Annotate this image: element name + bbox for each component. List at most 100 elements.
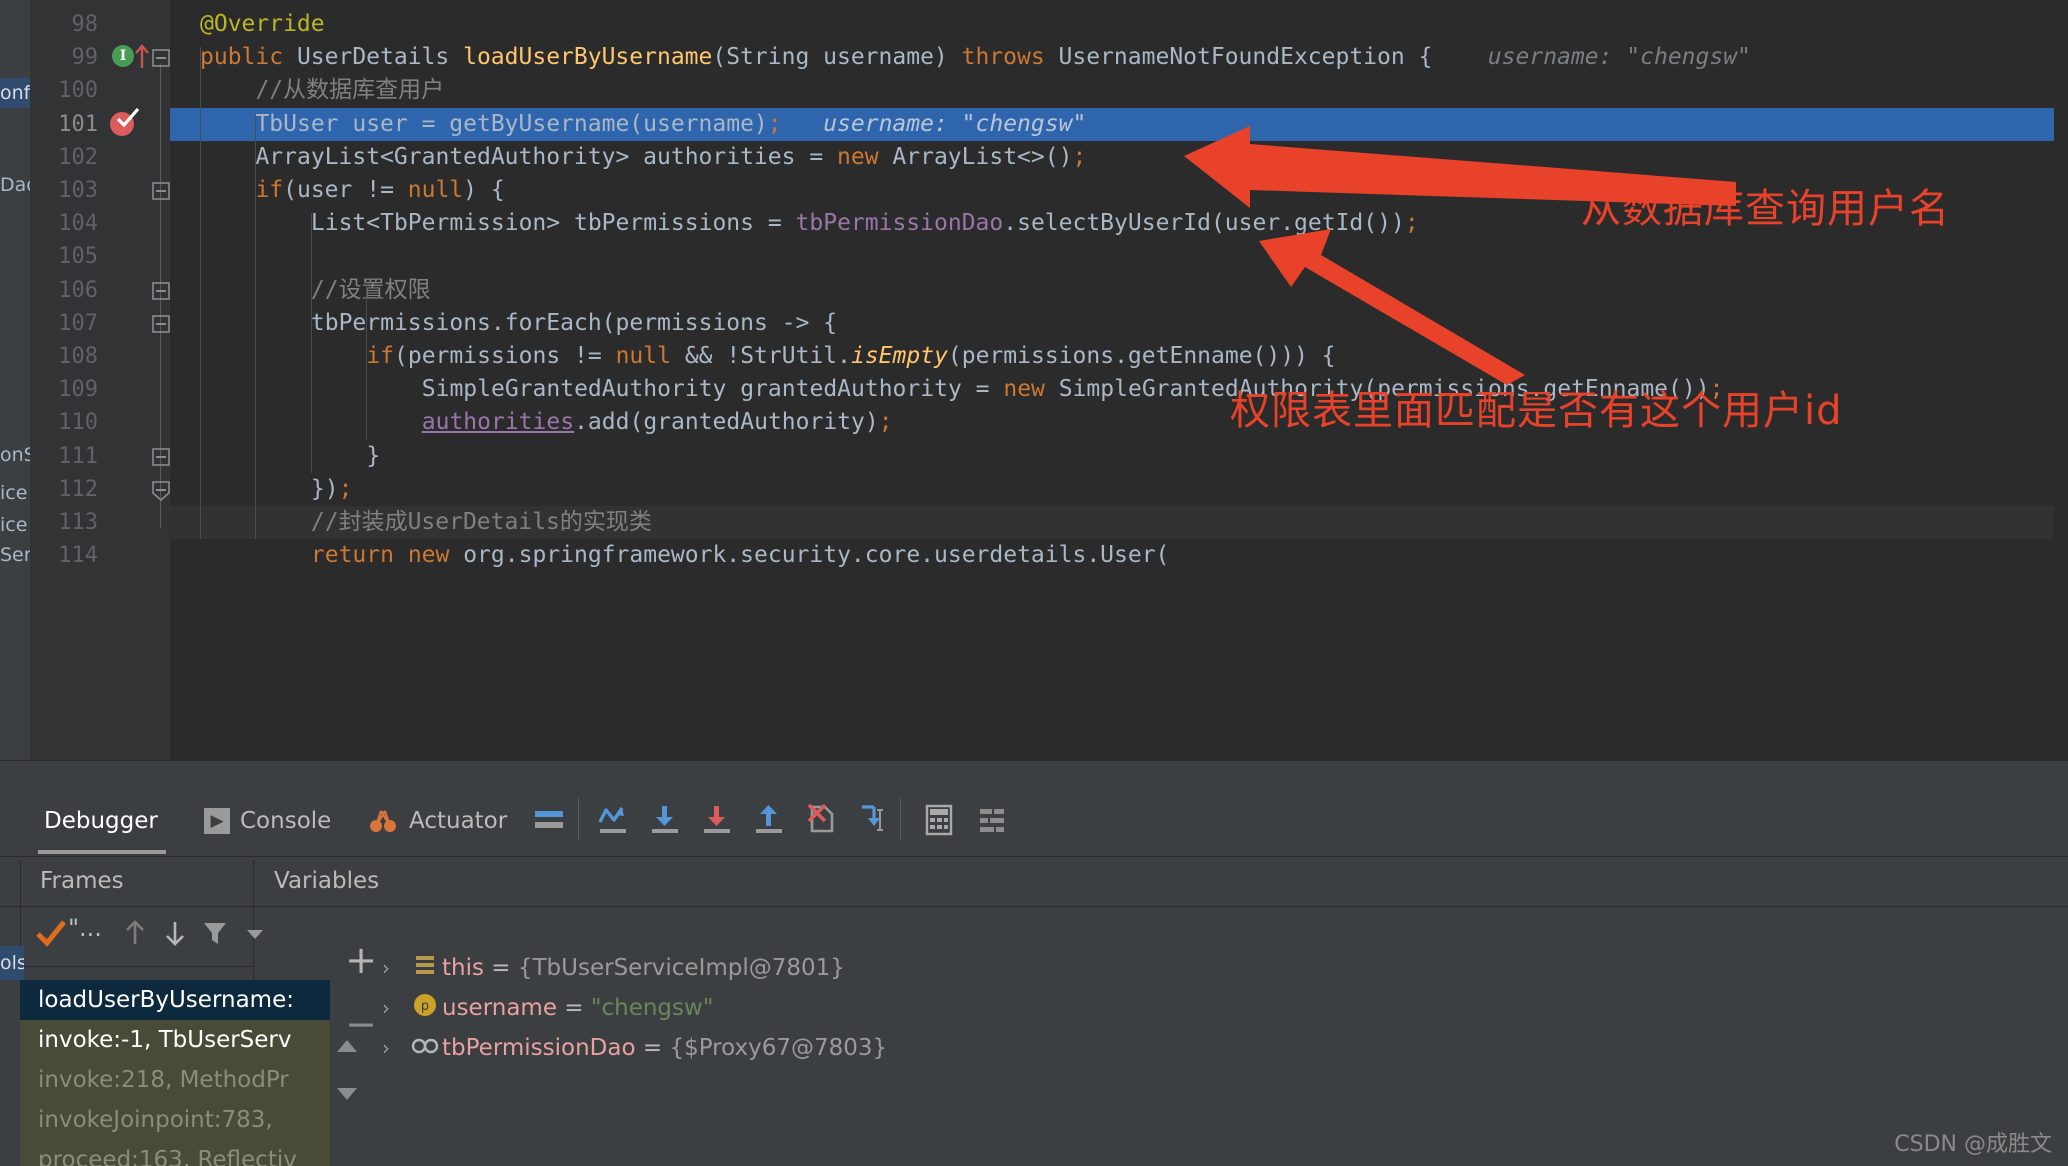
- code-line-114[interactable]: return new org.springframework.security.…: [170, 539, 2068, 572]
- code-line-text: ArrayList<GrantedAuthority> authorities …: [170, 141, 1086, 174]
- add-variable-button[interactable]: +: [344, 944, 378, 978]
- code-token: throws: [962, 44, 1059, 70]
- code-line-101[interactable]: TbUser user = getByUsername(username); u…: [170, 108, 2068, 141]
- frame-row-4[interactable]: proceed:163, Reflectiv: [20, 1140, 330, 1166]
- code-line-text: if(permissions != null && !StrUtil.isEmp…: [170, 340, 1336, 373]
- variable-row-0[interactable]: ›this = {TbUserServiceImpl@7801}: [382, 948, 845, 988]
- line-number-107: 107: [58, 307, 98, 340]
- code-line-99[interactable]: public UserDetails loadUserByUsername(St…: [170, 41, 2068, 74]
- left-tool-strip[interactable]: onfDaoonSiceiceServ: [0, 0, 30, 760]
- debug-tool-window[interactable]: Debugger ▶ Console Actuator: [0, 760, 2068, 1166]
- code-line-106[interactable]: //设置权限: [170, 274, 2068, 307]
- tab-debugger-label: Debugger: [44, 808, 158, 834]
- thread-selector-label[interactable]: "...: [68, 914, 102, 942]
- frames-down-icon[interactable]: [160, 916, 190, 954]
- code-token: (permissions !=: [394, 343, 616, 369]
- tab-actuator-label: Actuator: [409, 808, 507, 834]
- step-out-icon[interactable]: [748, 798, 790, 842]
- left-strip-tab-3[interactable]: ice: [0, 478, 30, 508]
- variable-equals: =: [557, 995, 591, 1021]
- left-rail-bottom-tab[interactable]: ols: [0, 946, 24, 980]
- left-strip-tab-4[interactable]: ice: [0, 510, 30, 540]
- thread-check-icon[interactable]: [34, 916, 68, 954]
- force-step-into-icon[interactable]: [696, 798, 738, 842]
- left-strip-tab-0[interactable]: onf: [0, 78, 30, 108]
- line-number-110: 110: [58, 406, 98, 439]
- code-line-105[interactable]: [170, 240, 2068, 273]
- code-token: null: [616, 343, 671, 369]
- code-token: && !StrUtil.: [671, 343, 851, 369]
- fold-marker-112[interactable]: [152, 481, 170, 499]
- indent-guide-3: [366, 280, 367, 440]
- override-up-arrow-icon[interactable]: [134, 43, 150, 73]
- drop-frame-icon[interactable]: [800, 798, 842, 842]
- code-line-102[interactable]: ArrayList<GrantedAuthority> authorities …: [170, 141, 2068, 174]
- line-number-109: 109: [58, 373, 98, 406]
- step-over-icon[interactable]: [592, 798, 634, 842]
- fold-marker-99[interactable]: [152, 49, 170, 67]
- code-token: loadUserByUsername: [463, 44, 712, 70]
- editor-gutter[interactable]: 9899100101102103104105106107108109110111…: [30, 0, 170, 760]
- code-token: SimpleGrantedAuthority grantedAuthority …: [422, 376, 1004, 402]
- left-strip-tab-1[interactable]: Dao: [0, 170, 30, 200]
- param-icon: p: [408, 991, 442, 1031]
- code-line-113[interactable]: //封装成UserDetails的实现类: [170, 506, 2068, 539]
- step-into-icon[interactable]: [644, 798, 686, 842]
- code-token: tbPermissions.forEach(permissions -> {: [311, 310, 837, 336]
- tab-debugger[interactable]: Debugger: [38, 790, 166, 852]
- code-token: (user !=: [283, 177, 408, 203]
- frame-row-0[interactable]: loadUserByUsername:: [20, 980, 330, 1020]
- remove-variable-button[interactable]: −: [344, 1008, 378, 1042]
- code-line-100[interactable]: //从数据库查用户: [170, 74, 2068, 107]
- frames-dropdown-icon[interactable]: [242, 916, 268, 954]
- code-line-107[interactable]: tbPermissions.forEach(permissions -> {: [170, 307, 2068, 340]
- code-line-111[interactable]: }: [170, 440, 2068, 473]
- expand-chevron-icon[interactable]: ›: [382, 1028, 408, 1068]
- code-line-112[interactable]: });: [170, 473, 2068, 506]
- code-token: ;: [768, 111, 782, 137]
- code-token: //设置权限: [311, 277, 431, 303]
- debug-toolbar[interactable]: Debugger ▶ Console Actuator: [0, 790, 2068, 852]
- line-number-104: 104: [58, 207, 98, 240]
- svg-text:p: p: [421, 999, 429, 1014]
- code-line-text: @Override: [170, 8, 325, 41]
- code-token: TbUser user = getByUsername(username): [255, 111, 767, 137]
- line-number-103: 103: [58, 174, 98, 207]
- code-line-108[interactable]: if(permissions != null && !StrUtil.isEmp…: [170, 340, 2068, 373]
- tab-actuator[interactable]: Actuator: [363, 790, 513, 852]
- expand-chevron-icon[interactable]: ›: [382, 988, 408, 1028]
- line-number-111: 111: [58, 440, 98, 473]
- frames-up-icon[interactable]: [120, 916, 150, 954]
- fold-marker-106[interactable]: [152, 282, 170, 300]
- show-execution-point-icon[interactable]: [528, 798, 570, 842]
- run-to-cursor-icon[interactable]: [852, 798, 894, 842]
- code-token: ;: [1072, 144, 1086, 170]
- frames-toolbar[interactable]: "...: [20, 910, 340, 966]
- left-strip-tab-2[interactable]: onS: [0, 440, 30, 470]
- evaluate-expression-icon[interactable]: [918, 798, 960, 842]
- frames-filter-icon[interactable]: [200, 916, 230, 954]
- variable-row-1[interactable]: ›pusername = "chengsw": [382, 988, 713, 1028]
- line-number-101: 101: [58, 108, 98, 141]
- editor-scrollbar[interactable]: [2054, 0, 2068, 760]
- fold-marker-103[interactable]: [152, 182, 170, 200]
- code-line-98[interactable]: @Override: [170, 8, 2068, 41]
- code-token: username: "chengsw": [782, 111, 1087, 137]
- code-editor[interactable]: onfDaoonSiceiceServ 98991001011021031041…: [0, 0, 2068, 760]
- frame-row-label: invokeJoinpoint:783,: [38, 1107, 273, 1133]
- left-strip-tab-5[interactable]: Serv: [0, 540, 30, 570]
- expand-chevron-icon[interactable]: ›: [382, 948, 408, 988]
- frames-scroll-down-icon[interactable]: [336, 1086, 356, 1106]
- fold-marker-107[interactable]: [152, 315, 170, 333]
- frame-row-2[interactable]: invoke:218, MethodPr: [20, 1060, 330, 1100]
- variable-row-2[interactable]: ›tbPermissionDao = {$Proxy67@7803}: [382, 1028, 887, 1068]
- frame-row-1[interactable]: invoke:-1, TbUserServ: [20, 1020, 330, 1060]
- run-gutter-icon[interactable]: I: [112, 45, 134, 67]
- fold-marker-111[interactable]: [152, 448, 170, 466]
- tab-console[interactable]: ▶ Console: [198, 790, 337, 852]
- code-token: }: [366, 443, 380, 469]
- settings-threads-icon[interactable]: [972, 798, 1014, 842]
- code-token: UserDetails: [297, 44, 463, 70]
- frame-row-3[interactable]: invokeJoinpoint:783,: [20, 1100, 330, 1140]
- code-token: if: [255, 177, 283, 203]
